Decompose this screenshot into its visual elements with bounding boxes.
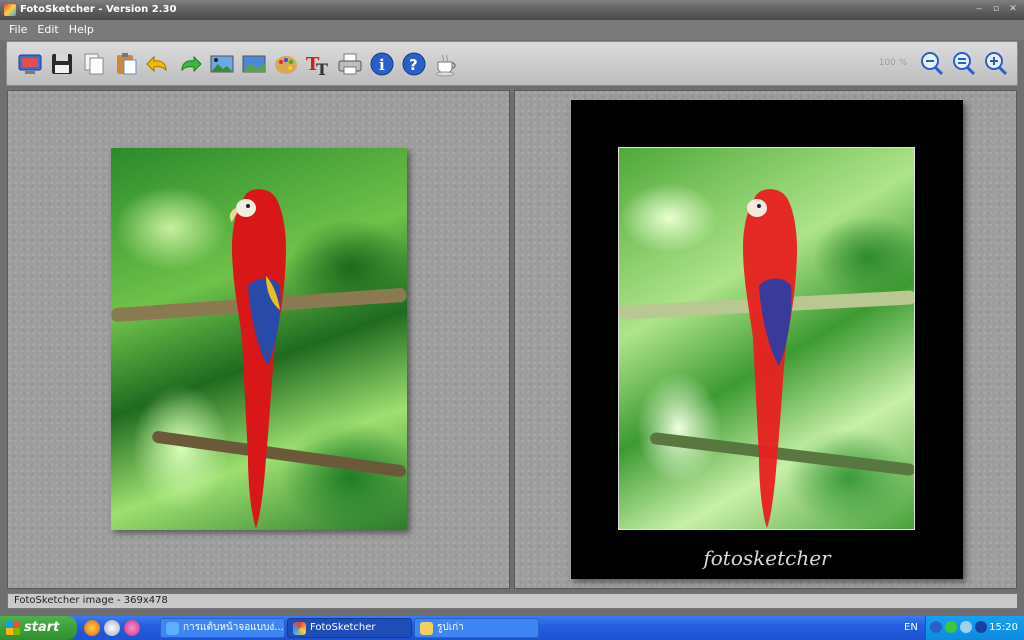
tray-messenger-icon[interactable] [945, 621, 957, 633]
ie-icon [166, 622, 179, 635]
start-label: start [24, 620, 60, 635]
undo-arrow-icon [146, 55, 167, 73]
zoom-reset-button[interactable] [949, 49, 979, 79]
copy-button[interactable] [79, 49, 109, 79]
zoom-out-icon [921, 52, 944, 76]
taskbar: start การแต้บหน้าจอแบบง่... FotoSketcher… [0, 616, 1024, 640]
add-text-button[interactable]: TT [303, 49, 333, 79]
taskbar-item-fotosketcher[interactable]: FotoSketcher [287, 618, 412, 638]
maximize-button[interactable]: ▫ [989, 3, 1003, 16]
clipboard-icon [117, 53, 137, 75]
zoom-in-button[interactable] [981, 49, 1011, 79]
help-icon: ? [402, 52, 426, 76]
help-button[interactable]: ? [399, 49, 429, 79]
taskbar-item-label: การแต้บหน้าจอแบบง่... [183, 622, 284, 633]
print-button[interactable] [335, 49, 365, 79]
language-indicator[interactable]: EN [904, 616, 918, 640]
tray-arrow-icon[interactable] [930, 621, 942, 633]
image-filter-button[interactable] [207, 49, 237, 79]
original-image-panel [7, 90, 510, 589]
open-image-button[interactable] [15, 49, 45, 79]
monitor-picture-icon [18, 54, 42, 74]
window-title: FotoSketcher - Version 2.30 [20, 4, 177, 15]
floppy-disk-icon [52, 54, 72, 74]
text-tt-icon: TT [306, 54, 328, 78]
original-photo[interactable] [111, 148, 407, 530]
toolbar: TT i ? 100 % [6, 41, 1018, 86]
windows-flag-icon [6, 621, 20, 635]
svg-text:?: ? [409, 56, 418, 74]
undo-button[interactable] [143, 49, 173, 79]
menu-help[interactable]: Help [64, 20, 99, 40]
window-controls: ‒ ▫ ✕ [972, 3, 1020, 16]
sketch-image[interactable] [618, 147, 915, 530]
tray-network-icon[interactable] [960, 621, 972, 633]
sketch-result-panel: fotosketcher [514, 90, 1017, 589]
title-bar: FotoSketcher - Version 2.30 ‒ ▫ ✕ [0, 0, 1024, 20]
taskbar-item-label: รูปเก่า [437, 622, 464, 633]
menu-file[interactable]: File [4, 20, 32, 40]
svg-text:i: i [379, 56, 385, 74]
app-icon [4, 4, 16, 16]
info-icon: i [370, 52, 394, 76]
folder-icon [420, 622, 433, 635]
quick-launch [84, 620, 140, 636]
taskbar-item-browser[interactable]: การแต้บหน้าจอแบบง่... [160, 618, 285, 638]
donate-button[interactable] [431, 49, 461, 79]
close-button[interactable]: ✕ [1006, 3, 1020, 16]
landscape-image-icon [242, 55, 266, 73]
zoom-reset-icon [953, 52, 976, 76]
landscape-image-icon [210, 55, 234, 73]
tray-bluetooth-icon[interactable] [975, 621, 987, 633]
clock: 15:20 [989, 622, 1018, 633]
save-button[interactable] [47, 49, 77, 79]
taskbar-item-folder[interactable]: รูปเก่า [414, 618, 539, 638]
minimize-button[interactable]: ‒ [972, 3, 986, 16]
info-button[interactable]: i [367, 49, 397, 79]
sketch-frame: fotosketcher [571, 100, 963, 579]
parrot [743, 189, 797, 528]
menu-bar: File Edit Help [0, 20, 1024, 40]
redo-button[interactable] [175, 49, 205, 79]
svg-text:T: T [316, 60, 328, 78]
parrot [229, 189, 286, 528]
image-adjust-button[interactable] [239, 49, 269, 79]
sketch-signature: fotosketcher [703, 546, 831, 570]
painting-effects-button[interactable] [271, 49, 301, 79]
palette-icon [275, 56, 297, 74]
start-button[interactable]: start [0, 616, 77, 640]
system-tray: 15:20 [925, 616, 1024, 640]
printer-icon [338, 53, 362, 75]
fotosketcher-icon [293, 622, 306, 635]
coffee-cup-icon [435, 54, 456, 77]
copy-pages-icon [84, 53, 104, 75]
zoom-in-icon [985, 52, 1008, 76]
zoom-out-button[interactable] [917, 49, 947, 79]
paste-button[interactable] [111, 49, 141, 79]
taskbar-item-label: FotoSketcher [310, 622, 376, 633]
messenger-icon[interactable] [104, 620, 120, 636]
firefox-icon[interactable] [84, 620, 100, 636]
itunes-icon[interactable] [124, 620, 140, 636]
menu-edit[interactable]: Edit [32, 20, 63, 40]
zoom-level-label: 100 % [878, 58, 908, 68]
redo-arrow-icon [181, 55, 202, 73]
status-bar: FotoSketcher image - 369x478 [7, 593, 1018, 609]
